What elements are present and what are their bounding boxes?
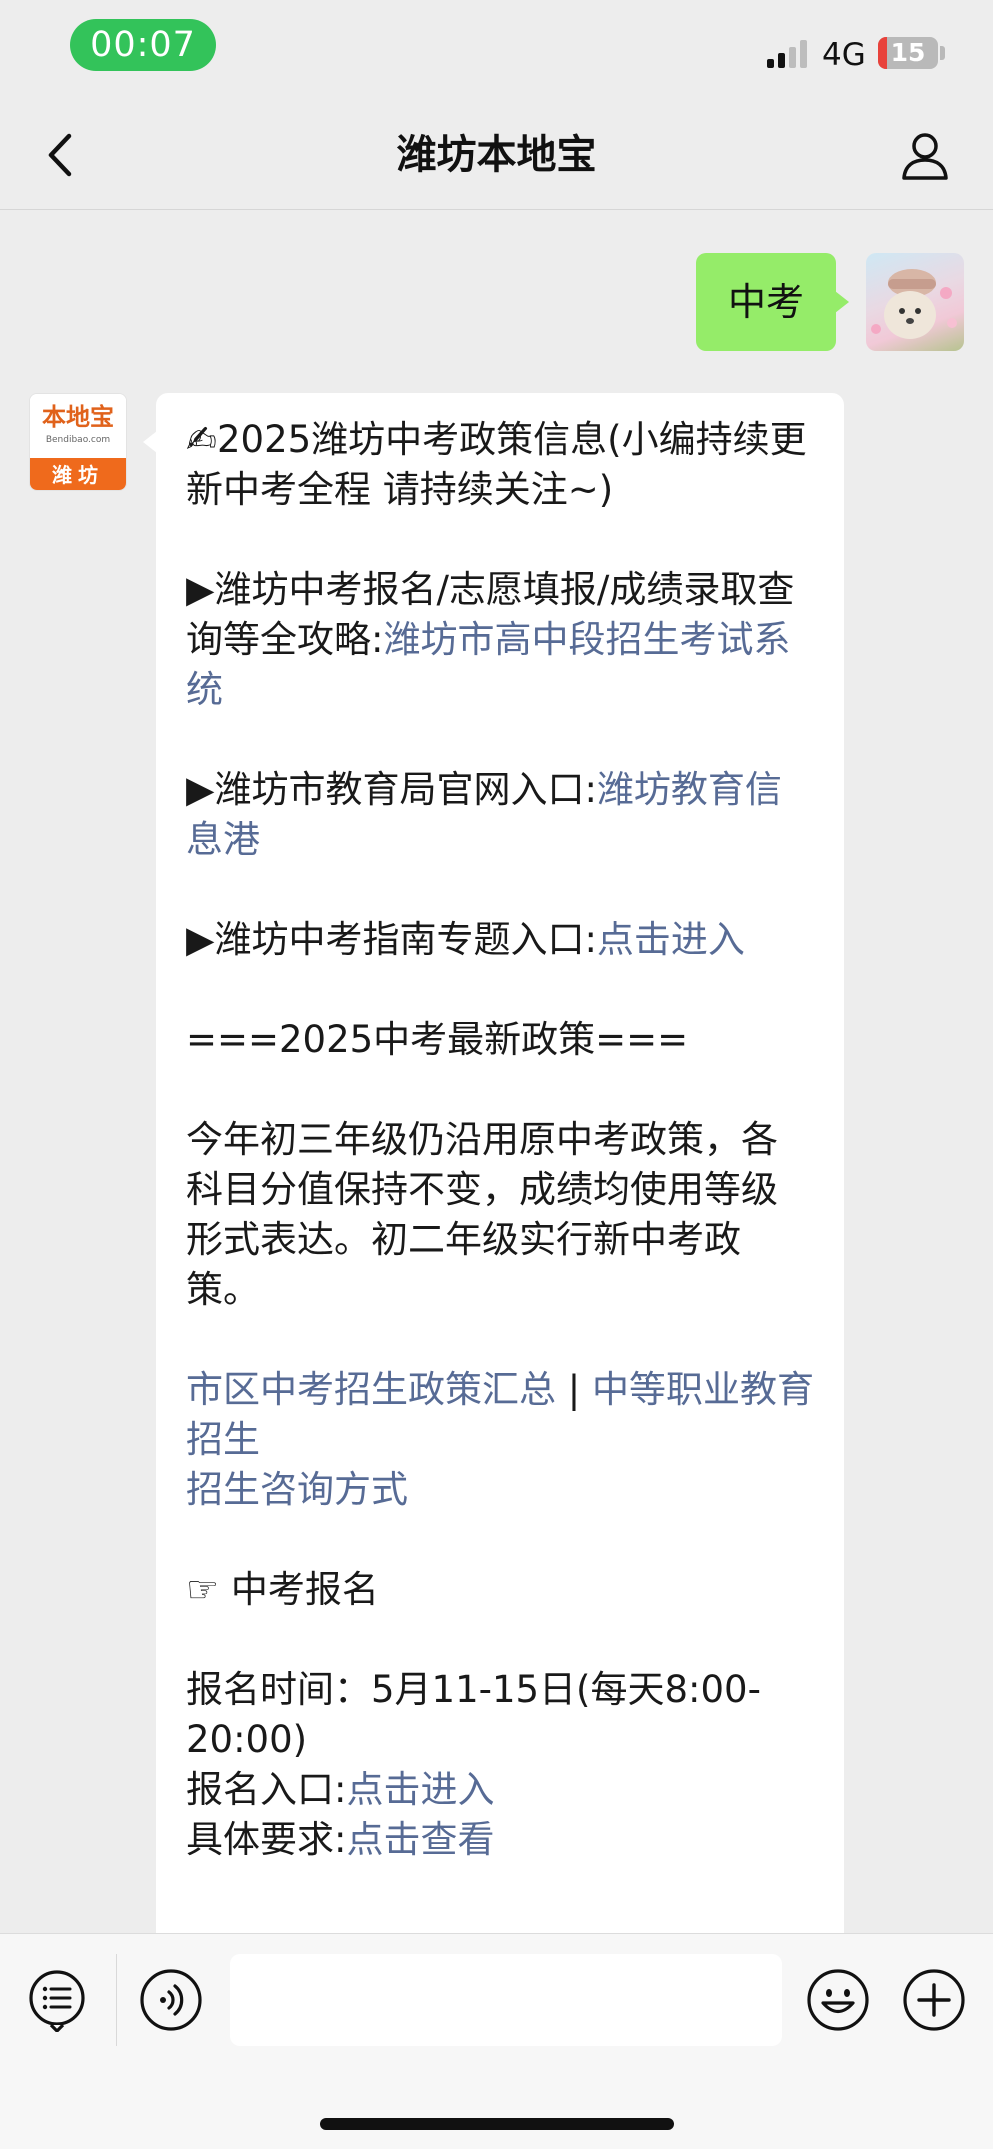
policy-links: 市区中考招生政策汇总 | 中等职业教育招生 招生咨询方式	[186, 1365, 814, 1515]
battery-level: 15	[890, 38, 926, 67]
menu-button[interactable]	[24, 1967, 90, 2033]
emoji-button[interactable]	[805, 1967, 871, 2033]
signup-entry-label: 报名入口:	[186, 1768, 347, 1811]
signup-time: 报名时间：5月11-15日(每天8:00-20:00)	[186, 1668, 761, 1761]
chat-area[interactable]: 中考 本地宝 Bendibao.com 潍坊 ✍2025潍坊中考政策信息(小编持…	[0, 211, 993, 1933]
user-avatar[interactable]	[866, 253, 964, 351]
chevron-left-icon	[48, 133, 72, 177]
message-input[interactable]	[230, 1954, 782, 2046]
input-divider	[116, 1954, 117, 2046]
list-menu-icon	[29, 1970, 85, 2032]
signup-entry-line: 报名入口:点击进入	[186, 1765, 814, 1815]
status-time[interactable]: 00:07	[70, 19, 216, 71]
reply-intro: ✍2025潍坊中考政策信息(小编持续更新中考全程 请持续关注~)	[186, 418, 807, 511]
back-button[interactable]	[30, 125, 90, 185]
plus-circle-icon	[903, 1969, 965, 2031]
policy-text: 今年初三年级仍沿用原中考政策，各科目分值保持不变，成绩均使用等级形式表达。初二年…	[186, 1118, 778, 1311]
section-title: ===2025中考最新政策===	[186, 1018, 689, 1061]
nav-bar: 潍坊本地宝	[0, 100, 993, 210]
sent-message-bubble[interactable]: 中考	[696, 253, 849, 351]
signup-heading: ☞ 中考报名	[186, 1568, 379, 1611]
requirements-label: 具体要求:	[186, 1818, 347, 1861]
reply-item-3-text: ▶潍坊中考指南专题入口:	[186, 918, 597, 961]
person-icon	[902, 133, 948, 180]
profile-button[interactable]	[895, 128, 955, 184]
user-avatar-photo	[871, 269, 957, 339]
chat-screen: 00:07 4G 15 潍坊本地宝 中考 本地宝 Bendibao.com 潍坊…	[0, 0, 993, 2149]
voice-button[interactable]	[138, 1967, 204, 2033]
smiley-icon	[807, 1969, 869, 2031]
link-guide-topic[interactable]: 点击进入	[597, 918, 745, 961]
battery-tip	[940, 46, 945, 60]
page-title: 潍坊本地宝	[396, 132, 597, 178]
plus-button[interactable]	[901, 1967, 967, 2033]
link-requirements[interactable]: 点击查看	[346, 1818, 494, 1861]
link-policy-summary[interactable]: 市区中考招生政策汇总	[186, 1368, 556, 1411]
reply-item-3: ▶潍坊中考指南专题入口:点击进入	[186, 915, 814, 965]
bot-logo-city: 潍坊	[30, 458, 126, 490]
bot-avatar[interactable]: 本地宝 Bendibao.com 潍坊	[29, 393, 127, 491]
input-bar	[0, 1933, 993, 2149]
sent-message-row: 中考	[0, 253, 993, 353]
link-admission-consult[interactable]: 招生咨询方式	[186, 1468, 408, 1511]
link-signup-entry[interactable]: 点击进入	[346, 1768, 494, 1811]
home-indicator[interactable]	[320, 2118, 674, 2130]
link-separator: |	[556, 1368, 592, 1411]
signal-strength-icon	[767, 38, 809, 68]
battery-icon: 15	[878, 37, 938, 69]
requirements-line: 具体要求:点击查看	[186, 1815, 814, 1865]
bot-logo-name: 本地宝	[30, 394, 126, 458]
reply-item-2-text: ▶潍坊市教育局官网入口:	[186, 768, 597, 811]
voice-icon	[140, 1969, 202, 2031]
signup-details: 报名时间：5月11-15日(每天8:00-20:00) 报名入口:点击进入 具体…	[186, 1665, 814, 1865]
status-bar: 00:07 4G 15	[0, 0, 993, 100]
network-type: 4G	[822, 37, 866, 73]
reply-item-2: ▶潍坊市教育局官网入口:潍坊教育信息港	[186, 765, 814, 865]
reply-item-1: ▶潍坊中考报名/志愿填报/成绩录取查询等全攻略:潍坊市高中段招生考试系统	[186, 565, 814, 715]
received-message-bubble: ✍2025潍坊中考政策信息(小编持续更新中考全程 请持续关注~) ▶潍坊中考报名…	[143, 393, 844, 1933]
bot-logo-site: Bendibao.com	[45, 435, 111, 445]
